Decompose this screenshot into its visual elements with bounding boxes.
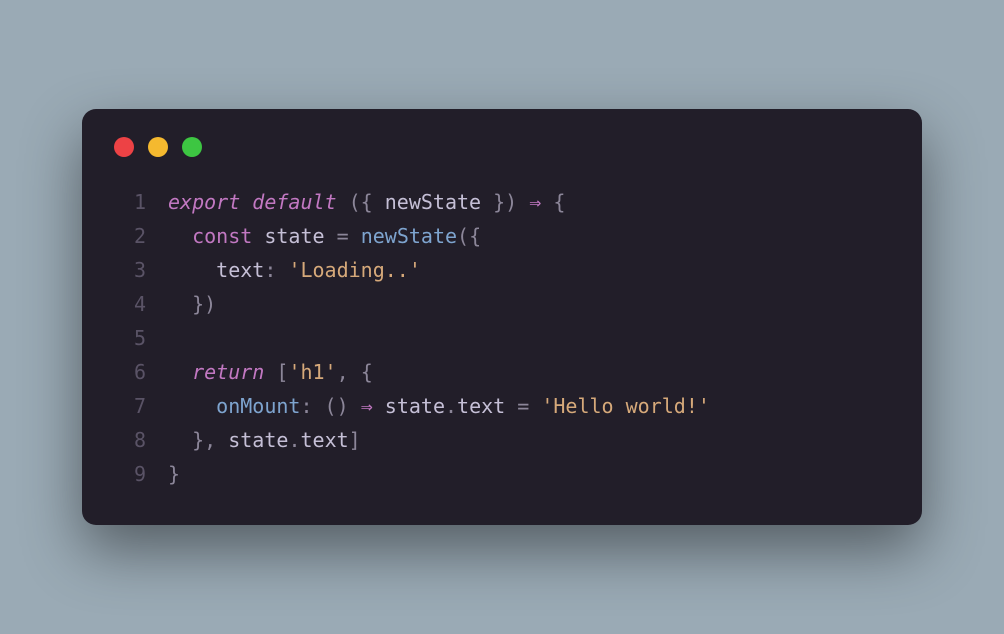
code-line[interactable]: 7 onMount: () ⇒ state.text = 'Hello worl… (112, 389, 892, 423)
token: newState (361, 224, 457, 248)
token: text (300, 428, 348, 452)
token: state (252, 224, 336, 248)
token (168, 360, 192, 384)
token: const (192, 224, 252, 248)
token: state (373, 394, 445, 418)
token (337, 190, 349, 214)
line-content[interactable]: }, state.text] (168, 423, 361, 457)
line-number: 8 (112, 423, 168, 457)
code-line[interactable]: 4 }) (112, 287, 892, 321)
token: : () (300, 394, 360, 418)
token: text (457, 394, 505, 418)
token: = (337, 224, 361, 248)
token: } (168, 462, 180, 486)
token: }) (192, 292, 216, 316)
code-window: 1export default ({ newState }) ⇒ {2 cons… (82, 109, 922, 525)
token (168, 394, 216, 418)
line-content[interactable]: }) (168, 287, 216, 321)
line-number: 3 (112, 253, 168, 287)
line-number: 6 (112, 355, 168, 389)
token: [ (276, 360, 288, 384)
line-content[interactable]: text: 'Loading..' (168, 253, 421, 287)
code-editor[interactable]: 1export default ({ newState }) ⇒ {2 cons… (112, 185, 892, 491)
maximize-icon[interactable] (182, 137, 202, 157)
code-line[interactable]: 5 (112, 321, 892, 355)
token: : (264, 258, 288, 282)
token: }, (192, 428, 228, 452)
code-line[interactable]: 2 const state = newState({ (112, 219, 892, 253)
line-number: 5 (112, 321, 168, 355)
code-line[interactable]: 8 }, state.text] (112, 423, 892, 457)
token (168, 258, 216, 282)
line-content[interactable]: } (168, 457, 180, 491)
token: state (228, 428, 288, 452)
token: ⇒ (529, 190, 541, 214)
token: text (216, 258, 264, 282)
token: . (288, 428, 300, 452)
token: return (192, 360, 264, 384)
code-line[interactable]: 6 return ['h1', { (112, 355, 892, 389)
token (168, 224, 192, 248)
line-number: 9 (112, 457, 168, 491)
token: export (168, 190, 240, 214)
line-content[interactable]: const state = newState({ (168, 219, 481, 253)
token: default (252, 190, 336, 214)
token: }) (481, 190, 529, 214)
token: . (445, 394, 457, 418)
token: newState (385, 190, 481, 214)
token (240, 190, 252, 214)
line-number: 4 (112, 287, 168, 321)
line-number: 1 (112, 185, 168, 219)
token: 'Loading..' (288, 258, 420, 282)
line-number: 7 (112, 389, 168, 423)
token: ⇒ (361, 394, 373, 418)
token: ({ (349, 190, 385, 214)
token: = (517, 394, 541, 418)
token: onMount (216, 394, 300, 418)
token (264, 360, 276, 384)
code-line[interactable]: 9} (112, 457, 892, 491)
minimize-icon[interactable] (148, 137, 168, 157)
code-line[interactable]: 3 text: 'Loading..' (112, 253, 892, 287)
line-content[interactable]: onMount: () ⇒ state.text = 'Hello world!… (168, 389, 710, 423)
token (168, 292, 192, 316)
token: , { (337, 360, 373, 384)
line-number: 2 (112, 219, 168, 253)
token (168, 428, 192, 452)
token (505, 394, 517, 418)
code-line[interactable]: 1export default ({ newState }) ⇒ { (112, 185, 892, 219)
close-icon[interactable] (114, 137, 134, 157)
window-titlebar (112, 137, 892, 157)
token: { (541, 190, 565, 214)
line-content[interactable]: return ['h1', { (168, 355, 373, 389)
line-content[interactable]: export default ({ newState }) ⇒ { (168, 185, 565, 219)
token: ({ (457, 224, 481, 248)
token: 'Hello world!' (541, 394, 710, 418)
token: ] (349, 428, 361, 452)
token: 'h1' (288, 360, 336, 384)
